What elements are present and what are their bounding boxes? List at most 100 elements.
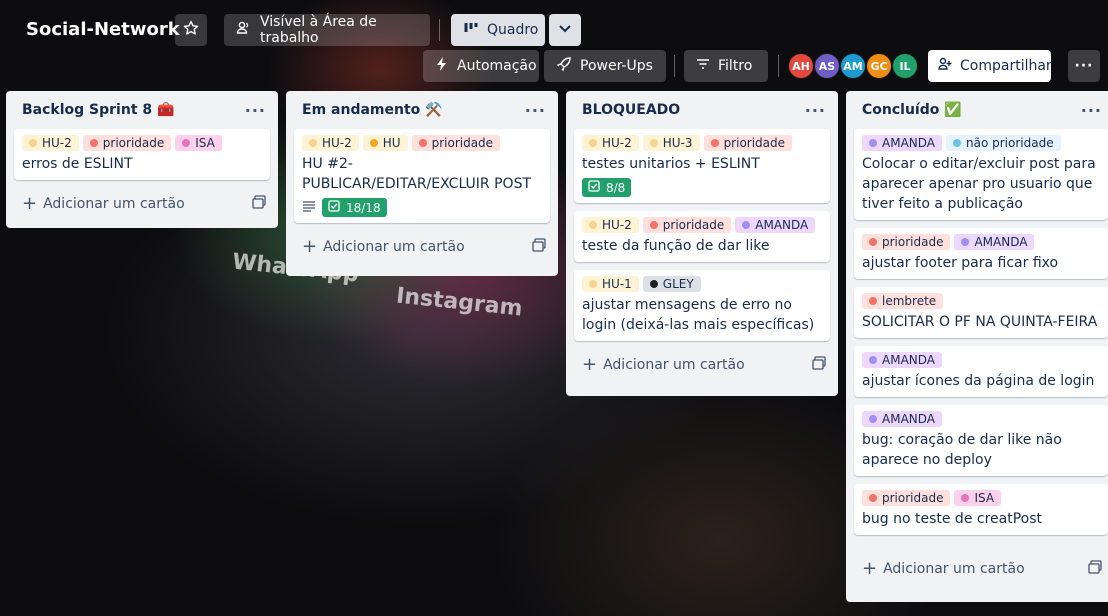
star-icon [183, 20, 199, 40]
plus-icon: + [22, 193, 38, 214]
view-dropdown-button[interactable] [549, 14, 581, 46]
card[interactable]: prioridade ISA bug no teste de creatPost [854, 484, 1108, 535]
powerups-label: Power-Ups [580, 58, 653, 74]
label-hu-2: HU-2 [582, 135, 639, 151]
list-menu-icon[interactable]: ··· [525, 101, 546, 120]
label-lembrete: lembrete [862, 293, 944, 309]
label-hu-2: HU-2 [582, 217, 639, 233]
card[interactable]: HU-2 HU-3 prioridade testes unitarios + … [574, 129, 830, 203]
more-menu-button[interactable]: ··· [1068, 50, 1100, 82]
filter-icon [696, 58, 710, 74]
add-card-button[interactable]: + Adicionar um cartão [286, 231, 558, 263]
card-title: ajustar footer para ficar fixo [862, 255, 1059, 271]
chevron-down-icon [558, 22, 572, 38]
card-title: bug: coração de dar like não aparece no … [862, 432, 1062, 468]
card[interactable]: HU-2 HU prioridade HU #2- PUBLICAR/EDITA… [294, 129, 550, 223]
visibility-label: Visível à Área de trabalho [260, 14, 377, 46]
label-isa: ISA [954, 490, 1002, 506]
list-title[interactable]: Em andamento ⚒️ [302, 102, 443, 118]
checklist-icon [328, 200, 340, 215]
automation-label: Automação [457, 58, 537, 74]
plus-icon: + [862, 558, 878, 579]
card-title: teste da função de dar like [582, 238, 770, 254]
plus-icon: + [582, 354, 598, 375]
add-card-label: Adicionar um cartão [323, 239, 465, 255]
list-title[interactable]: Backlog Sprint 8 🧰 [22, 102, 174, 118]
member-avatar[interactable]: AM [840, 53, 866, 79]
label-amanda: AMANDA [862, 352, 942, 368]
rocket-icon [556, 56, 572, 76]
label-prioridade: prioridade [82, 135, 172, 151]
powerups-button[interactable]: Power-Ups [544, 50, 666, 82]
label-hu-2: HU-2 [22, 135, 79, 151]
background-instagram-text: Instagram [395, 283, 524, 322]
member-avatar[interactable]: AS [814, 53, 840, 79]
label-amanda: AMANDA [735, 217, 816, 233]
add-card-button[interactable]: + Adicionar um cartão [566, 349, 838, 381]
add-card-button[interactable]: + Adicionar um cartão [846, 553, 1108, 585]
share-label: Compartilhar [960, 58, 1052, 74]
card[interactable]: HU-1 GLEY ajustar mensagens de erro no l… [574, 270, 830, 341]
label-gley: GLEY [642, 276, 701, 292]
description-icon [302, 200, 316, 216]
label-amanda: AMANDA [862, 135, 942, 151]
board-title[interactable]: Social-Network [26, 19, 180, 40]
automation-button[interactable]: Automação [423, 50, 539, 82]
list-backlog-sprint-8[interactable]: Backlog Sprint 8 🧰 ··· HU-2 prioridade I… [6, 91, 278, 228]
checklist-badge: 18/18 [322, 198, 387, 217]
list-menu-icon[interactable]: ··· [1081, 101, 1102, 120]
card-template-icon[interactable] [1088, 560, 1102, 578]
card-template-icon[interactable] [812, 356, 826, 374]
visibility-button[interactable]: Visível à Área de trabalho [224, 14, 430, 46]
list-title[interactable]: Concluído ✅ [862, 102, 962, 118]
divider [439, 19, 440, 41]
card[interactable]: HU-2 prioridade AMANDA teste da função d… [574, 211, 830, 262]
star-button[interactable] [175, 14, 207, 46]
share-button[interactable]: Compartilhar [928, 50, 1052, 82]
list-menu-icon[interactable]: ··· [805, 101, 826, 120]
card-title: ajustar mensagens de erro no login (deix… [582, 297, 815, 333]
card-title: Colocar o editar/excluir post para apare… [862, 156, 1096, 212]
list-title[interactable]: BLOQUEADO [582, 102, 680, 118]
list-menu-icon[interactable]: ··· [245, 101, 266, 120]
add-card-label: Adicionar um cartão [43, 196, 185, 212]
list-bloqueado[interactable]: BLOQUEADO ··· HU-2 HU-3 prioridade teste… [566, 91, 838, 396]
label-isa: ISA [175, 135, 222, 151]
card[interactable]: AMANDA ajustar ícones da página de login [854, 346, 1108, 397]
card-title: testes unitarios + ESLINT [582, 156, 760, 172]
label-amanda: AMANDA [954, 234, 1035, 250]
label-nao-prioridade: não prioridade [946, 135, 1061, 151]
card[interactable]: HU-2 prioridade ISA erros de ESLINT [14, 129, 270, 180]
list-concluido[interactable]: Concluído ✅ ··· AMANDA não prioridade Co… [846, 91, 1108, 602]
divider [674, 55, 675, 77]
view-label: Quadro [487, 22, 539, 38]
member-avatar[interactable]: GC [866, 53, 892, 79]
add-card-button[interactable]: + Adicionar um cartão [6, 188, 278, 220]
board-view-icon [463, 21, 479, 39]
member-avatar[interactable]: IL [892, 53, 918, 79]
add-person-icon [938, 57, 952, 75]
card[interactable]: lembrete SOLICITAR O PF NA QUINTA-FEIRA [854, 287, 1108, 338]
card-template-icon[interactable] [532, 238, 546, 256]
member-avatar[interactable]: AH [788, 53, 814, 79]
more-icon: ··· [1074, 58, 1094, 74]
people-icon [236, 20, 252, 40]
label-hu-2: HU-2 [302, 135, 359, 151]
label-hu: HU [362, 135, 408, 151]
label-prioridade: prioridade [642, 217, 732, 233]
label-amanda: AMANDA [862, 411, 942, 427]
label-prioridade: prioridade [862, 234, 951, 250]
label-hu-3: HU-3 [642, 135, 700, 151]
card-template-icon[interactable] [252, 195, 266, 213]
list-em-andamento[interactable]: Em andamento ⚒️ ··· HU-2 HU prioridade H… [286, 91, 558, 276]
card[interactable]: AMANDA não prioridade Colocar o editar/e… [854, 129, 1108, 220]
card[interactable]: prioridade AMANDA ajustar footer para fi… [854, 228, 1108, 279]
card-title: ajustar ícones da página de login [862, 373, 1095, 389]
add-card-label: Adicionar um cartão [883, 561, 1025, 577]
filter-button[interactable]: Filtro [684, 50, 768, 82]
card[interactable]: AMANDA bug: coração de dar like não apar… [854, 405, 1108, 476]
lightning-icon [435, 56, 449, 76]
card-title: bug no teste de creatPost [862, 511, 1043, 527]
card-title: HU #2- PUBLICAR/EDITAR/EXCLUIR POST [302, 156, 532, 192]
view-board-button[interactable]: Quadro [451, 14, 545, 46]
